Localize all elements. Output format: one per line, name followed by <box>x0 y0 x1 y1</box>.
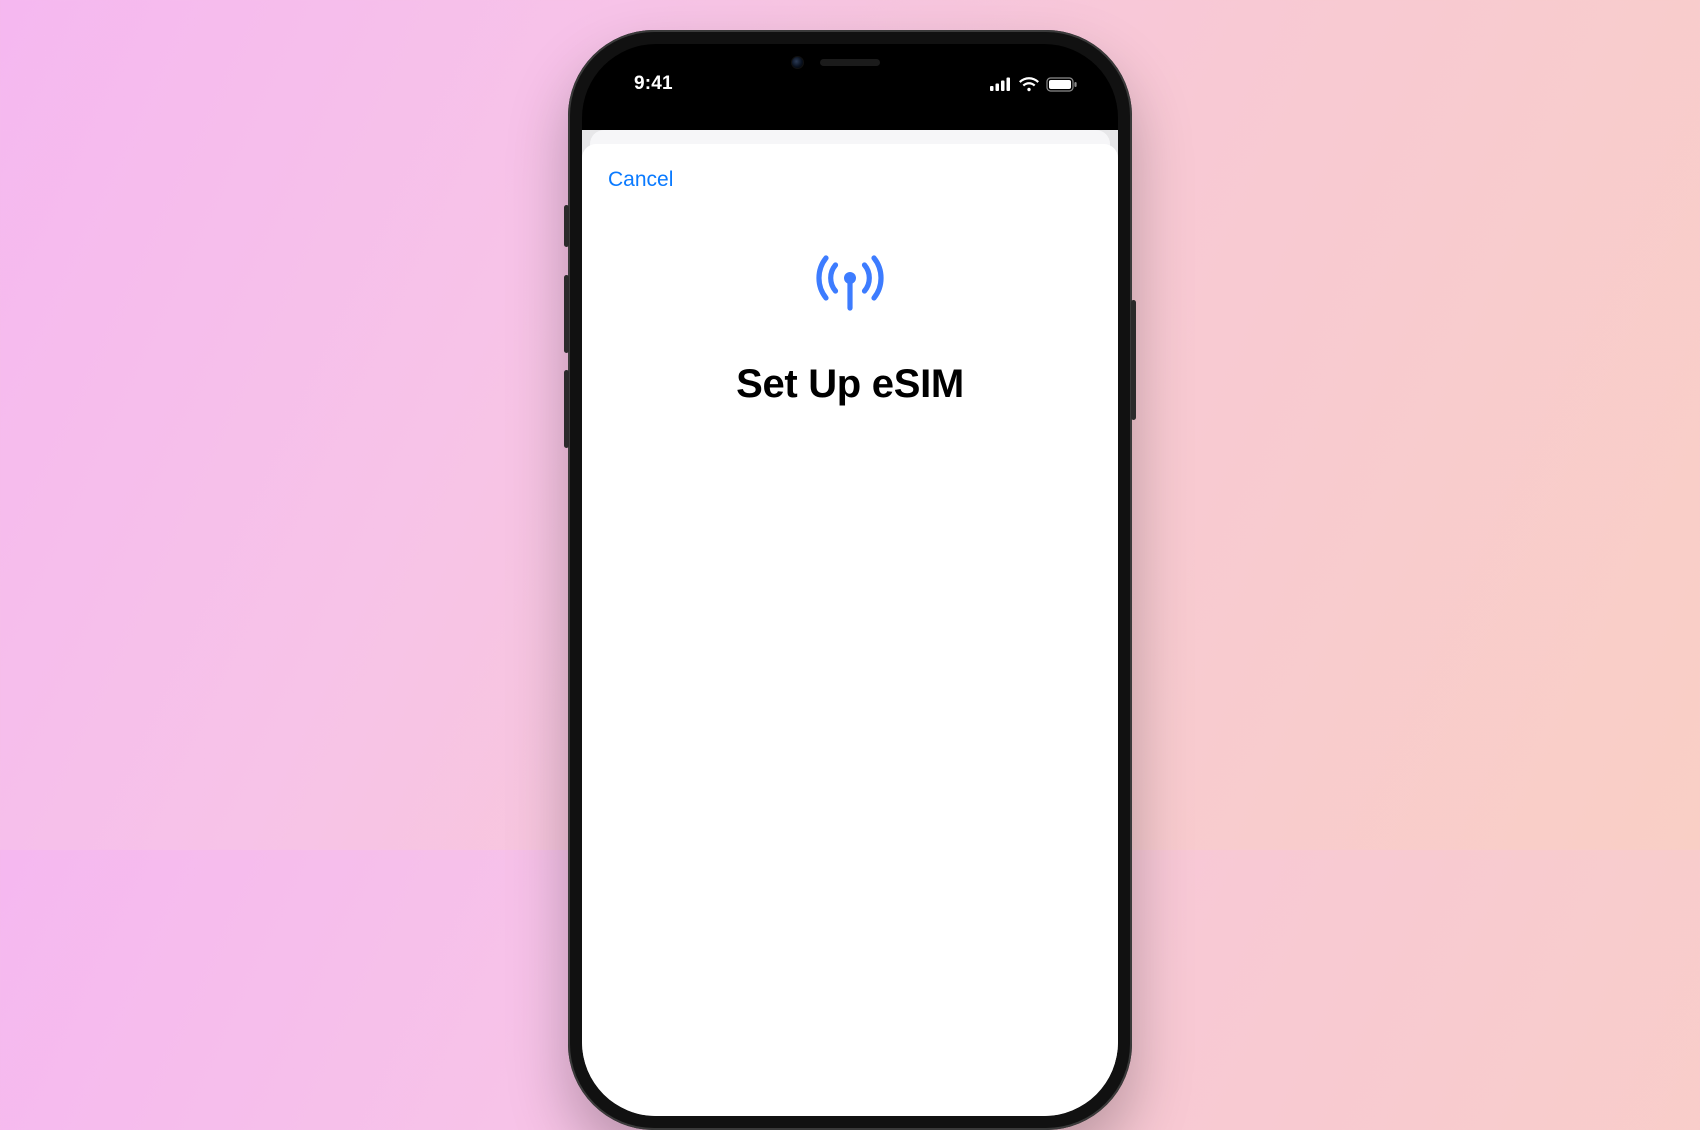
mute-switch[interactable] <box>564 205 569 247</box>
sheet-content: Set Up eSIM <box>608 248 1092 407</box>
cellular-signal-icon <box>990 77 1012 91</box>
phone-screen: 9:41 <box>582 44 1118 1116</box>
power-button[interactable] <box>1131 300 1136 420</box>
front-camera <box>791 56 804 69</box>
volume-down-button[interactable] <box>564 370 569 448</box>
cancel-button[interactable]: Cancel <box>608 166 673 192</box>
page-title: Set Up eSIM <box>736 362 964 407</box>
volume-up-button[interactable] <box>564 275 569 353</box>
wifi-icon <box>1018 77 1040 92</box>
notch <box>755 44 945 80</box>
status-icons <box>990 77 1078 92</box>
status-time: 9:41 <box>634 73 673 95</box>
battery-icon <box>1046 77 1078 92</box>
earpiece-speaker <box>820 59 880 66</box>
cellular-antenna-icon <box>812 248 888 320</box>
screen-content: Cancel <box>582 130 1118 1116</box>
phone-frame: 9:41 <box>568 30 1132 1130</box>
modal-sheet: Cancel <box>582 144 1118 1116</box>
